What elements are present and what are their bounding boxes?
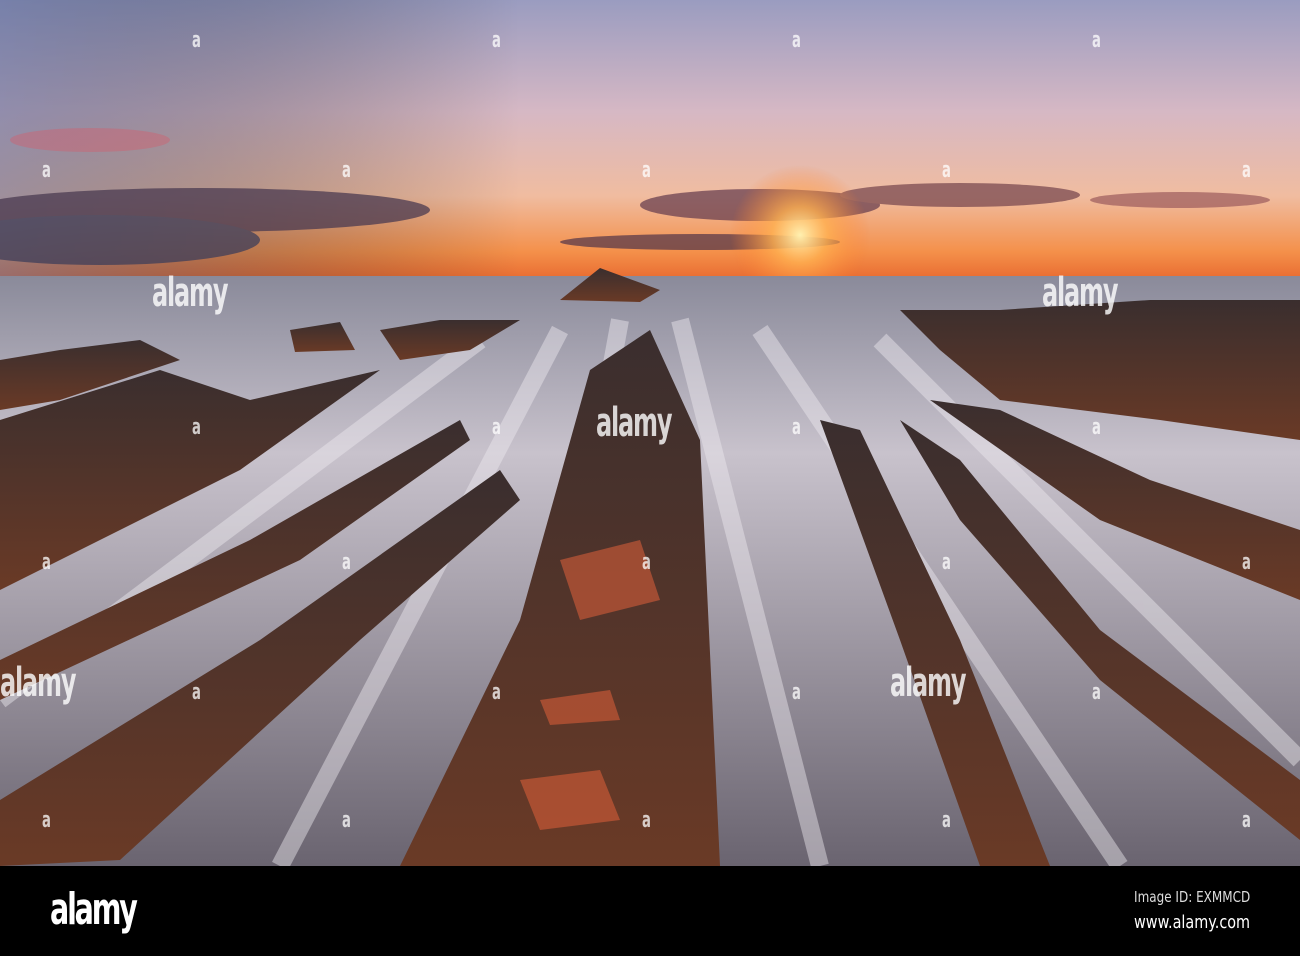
watermark-glyph: a [942,158,951,183]
watermark-word: alamy [152,270,228,316]
watermark-glyph: a [42,550,51,575]
watermark-glyph: a [42,158,51,183]
watermark-glyph: a [1242,808,1251,833]
watermark-glyph: a [1092,28,1101,53]
footer-bar: alamy Image ID: EXMMCD www.alamy.com [0,866,1300,956]
watermark-glyph: a [192,28,201,53]
watermark-word: alamy [1042,270,1118,316]
watermark-glyph: a [342,808,351,833]
website-link: www.alamy.com [1133,912,1250,933]
watermark-glyph: a [942,550,951,575]
watermark-glyph: a [342,158,351,183]
watermark-word: alamy [890,660,966,706]
watermark-glyph: a [1242,158,1251,183]
stock-photo-page: a a a a a a a a a a a a a a a a a a a a a a a a a a a alamy alamy ala… [0,0,1300,956]
watermark-glyph: a [492,680,501,705]
image-id: Image ID: EXMMCD [1133,888,1250,906]
watermark-glyph: a [642,550,651,575]
watermark-glyph: a [492,415,501,440]
watermark-glyph: a [1242,550,1251,575]
watermark-glyph: a [1092,415,1101,440]
watermark-glyph: a [942,808,951,833]
watermark-glyph: a [642,808,651,833]
watermark-word: alamy [0,660,76,706]
watermark-glyph: a [342,550,351,575]
watermark-glyph: a [42,808,51,833]
watermark-glyph: a [492,28,501,53]
watermark-glyph: a [792,415,801,440]
alamy-logo: alamy [50,884,138,935]
watermark-glyph: a [192,415,201,440]
watermark-glyph: a [792,28,801,53]
watermark-glyph: a [1092,680,1101,705]
watermark-glyph: a [192,680,201,705]
watermark-glyph: a [642,158,651,183]
watermark-word: alamy [596,400,672,446]
watermark-glyph: a [792,680,801,705]
